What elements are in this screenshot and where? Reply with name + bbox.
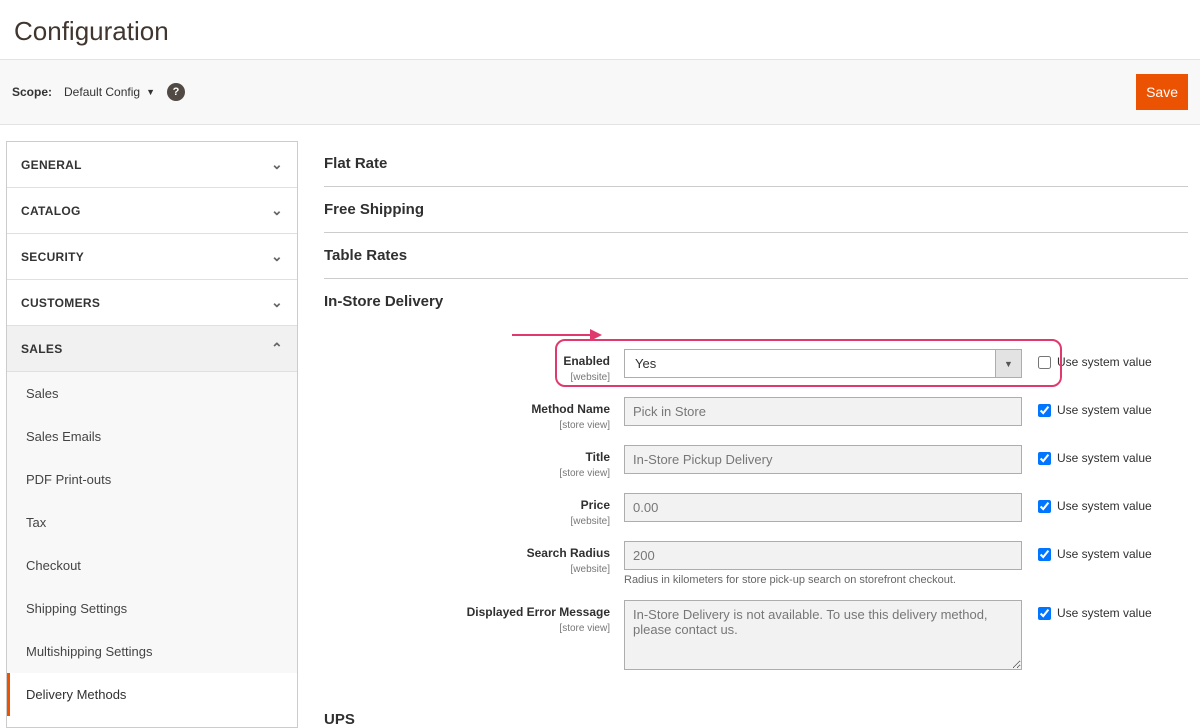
sidebar-cat-sales[interactable]: Sales ⌃ [7, 326, 297, 372]
method-name-use-system-checkbox[interactable] [1038, 404, 1051, 417]
sidebar-cat-label: Sales [21, 342, 63, 356]
chevron-down-icon: ⌄ [271, 294, 283, 311]
sidebar-item-multishipping[interactable]: Multishipping Settings [7, 630, 297, 673]
enabled-label: Enabled[website] [324, 349, 624, 383]
sidebar-item-sales[interactable]: Sales [7, 372, 297, 415]
section-flat-rate[interactable]: Flat Rate [324, 141, 1188, 187]
page-title: Configuration [0, 0, 1200, 59]
radius-hint: Radius in kilometers for store pick-up s… [624, 574, 1022, 586]
title-input[interactable] [624, 445, 1022, 474]
use-system-label: Use system value [1057, 355, 1152, 369]
help-icon[interactable]: ? [167, 83, 185, 101]
caret-down-icon[interactable]: ▼ [146, 87, 155, 97]
method-name-label: Method Name[store view] [324, 397, 624, 431]
sidebar-cat-general[interactable]: General ⌄ [7, 142, 297, 188]
arrow-icon [512, 325, 602, 345]
sidebar-sub-sales: Sales Sales Emails PDF Print-outs Tax Ch… [7, 372, 297, 716]
price-label: Price[website] [324, 493, 624, 527]
price-input[interactable] [624, 493, 1022, 522]
scope-label: Scope: [12, 85, 52, 99]
radius-label: Search Radius[website] [324, 541, 624, 575]
use-system-label: Use system value [1057, 451, 1152, 465]
sidebar-item-checkout[interactable]: Checkout [7, 544, 297, 587]
error-label: Displayed Error Message[store view] [324, 600, 624, 634]
title-use-system-checkbox[interactable] [1038, 452, 1051, 465]
section-in-store[interactable]: In-Store Delivery [324, 279, 1188, 324]
toolbar: Scope: Default Config ▼ ? Save [0, 59, 1200, 125]
sidebar-cat-customers[interactable]: Customers ⌄ [7, 280, 297, 326]
sidebar-cat-label: Customers [21, 296, 100, 310]
sidebar-item-tax[interactable]: Tax [7, 501, 297, 544]
use-system-label: Use system value [1057, 403, 1152, 417]
caret-down-icon: ▼ [995, 350, 1021, 377]
title-label: Title[store view] [324, 445, 624, 479]
sidebar-cat-catalog[interactable]: Catalog ⌄ [7, 188, 297, 234]
save-button[interactable]: Save [1136, 74, 1188, 110]
chevron-down-icon: ⌄ [271, 156, 283, 173]
sidebar-cat-label: Catalog [21, 204, 81, 218]
use-system-label: Use system value [1057, 499, 1152, 513]
sidebar-cat-security[interactable]: Security ⌄ [7, 234, 297, 280]
scope-select[interactable]: Default Config [64, 85, 140, 99]
sidebar-cat-label: Security [21, 250, 84, 264]
in-store-form: Enabled[website] Yes ▼ Use system value … [324, 330, 1188, 673]
enabled-select[interactable]: Yes ▼ [624, 349, 1022, 378]
price-use-system-checkbox[interactable] [1038, 500, 1051, 513]
enabled-use-system-checkbox[interactable] [1038, 356, 1051, 369]
error-use-system-checkbox[interactable] [1038, 607, 1051, 620]
sidebar-item-shipping-settings[interactable]: Shipping Settings [7, 587, 297, 630]
use-system-label: Use system value [1057, 606, 1152, 620]
radius-input[interactable] [624, 541, 1022, 570]
sidebar: General ⌄ Catalog ⌄ Security ⌄ Customers ⌄ S… [6, 141, 298, 728]
error-textarea[interactable]: In-Store Delivery is not available. To u… [624, 600, 1022, 670]
chevron-up-icon: ⌃ [271, 340, 283, 357]
sidebar-item-delivery-methods[interactable]: Delivery Methods [7, 673, 297, 716]
radius-use-system-checkbox[interactable] [1038, 548, 1051, 561]
sidebar-item-sales-emails[interactable]: Sales Emails [7, 415, 297, 458]
sidebar-item-pdf[interactable]: PDF Print-outs [7, 458, 297, 501]
enabled-value: Yes [625, 350, 995, 377]
chevron-down-icon: ⌄ [271, 248, 283, 265]
sidebar-cat-label: General [21, 158, 82, 172]
use-system-label: Use system value [1057, 547, 1152, 561]
section-free-shipping[interactable]: Free Shipping [324, 187, 1188, 233]
section-ups[interactable]: UPS [324, 687, 1188, 728]
main-panel: Flat Rate Free Shipping Table Rates In-S… [324, 141, 1194, 728]
section-table-rates[interactable]: Table Rates [324, 233, 1188, 279]
method-name-input[interactable] [624, 397, 1022, 426]
chevron-down-icon: ⌄ [271, 202, 283, 219]
